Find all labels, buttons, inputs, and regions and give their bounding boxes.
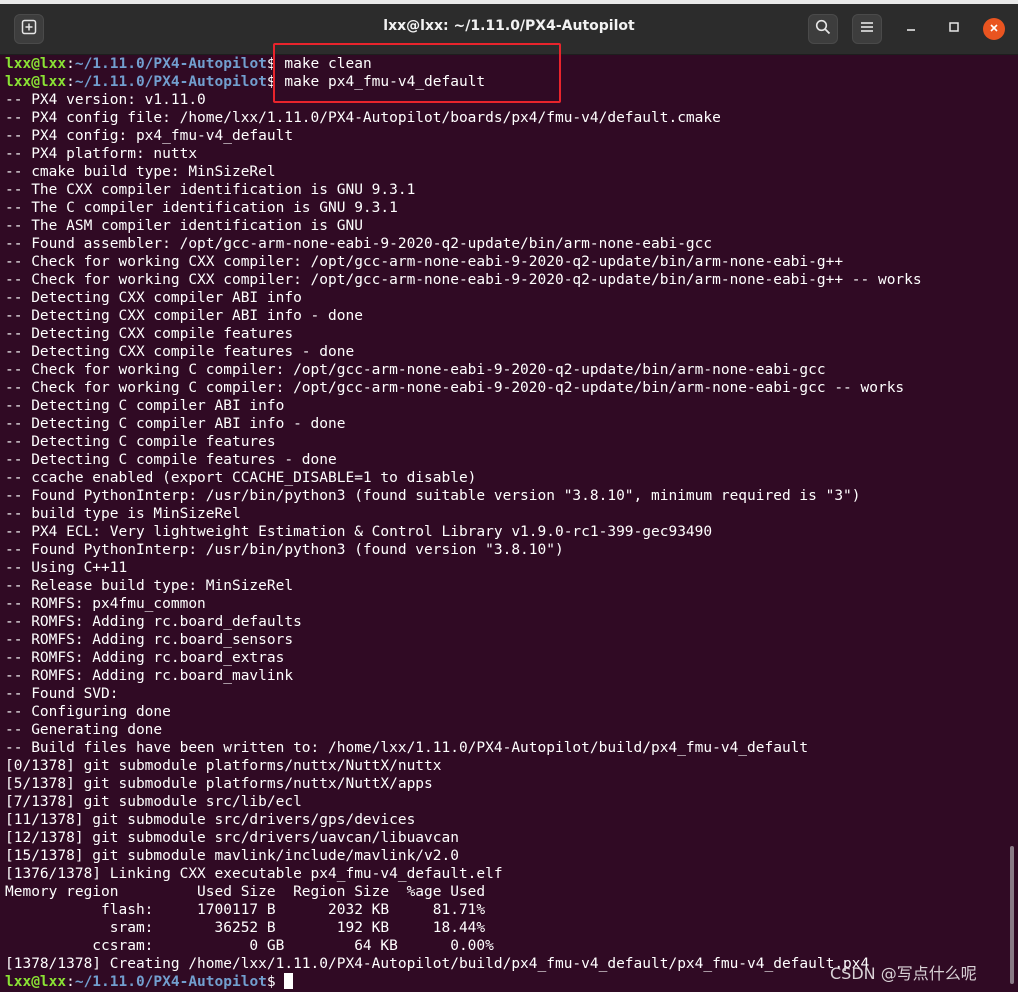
search-icon — [815, 19, 831, 40]
output-line: -- Check for working C compiler: /opt/gc… — [5, 362, 826, 378]
build-output: -- PX4 version: v1.11.0 -- PX4 config fil… — [5, 91, 1008, 973]
output-line: -- Found assembler: /opt/gcc-arm-none-ea… — [5, 236, 713, 252]
output-line: -- Detecting CXX compiler ABI info - don… — [5, 308, 363, 324]
output-line: [5/1378] git submodule platforms/nuttx/N… — [5, 776, 433, 792]
output-line: -- ROMFS: Adding rc.board_extras — [5, 650, 285, 666]
prompt-user: lxx@lxx — [5, 74, 67, 90]
prompt-separator: : — [66, 74, 75, 90]
prompt-path: ~/1.11.0/PX4-Autopilot — [74, 974, 267, 990]
prompt-path: ~/1.11.0/PX4-Autopilot — [74, 56, 267, 72]
output-line: -- Detecting C compile features - done — [5, 452, 337, 468]
output-line: -- The C compiler identification is GNU … — [5, 200, 398, 216]
output-line: -- Check for working CXX compiler: /opt/… — [5, 272, 922, 288]
prompt-path: ~/1.11.0/PX4-Autopilot — [74, 74, 267, 90]
terminal-window: lxx@lxx: ~/1.11.0/PX4-Autopilot lxx@lxx:… — [0, 0, 1018, 992]
output-line: [7/1378] git submodule src/lib/ecl — [5, 794, 302, 810]
output-line: -- ROMFS: px4fmu_common — [5, 596, 206, 612]
output-line: -- Using C++11 — [5, 560, 128, 576]
output-line: -- Check for working C compiler: /opt/gc… — [5, 380, 905, 396]
output-line: -- Found PythonInterp: /usr/bin/python3 … — [5, 542, 564, 558]
prompt-separator: : — [66, 56, 75, 72]
output-line: -- PX4 platform: nuttx — [5, 146, 198, 162]
output-line: -- Configuring done — [5, 704, 171, 720]
output-line: -- ROMFS: Adding rc.board_defaults — [5, 614, 302, 630]
output-line: -- Found SVD: — [5, 686, 119, 702]
output-line: -- PX4 config file: /home/lxx/1.11.0/PX4… — [5, 110, 721, 126]
output-line: -- ccache enabled (export CCACHE_DISABLE… — [5, 470, 477, 486]
command-highlight-box — [273, 43, 561, 103]
minimize-icon — [905, 20, 917, 38]
maximize-icon — [948, 20, 960, 38]
output-line: sram: 36252 B 192 KB 18.44% — [5, 920, 486, 936]
output-line: -- Detecting CXX compile features — [5, 326, 294, 342]
output-line: -- Detecting CXX compiler ABI info — [5, 290, 302, 306]
output-line: Memory region Used Size Region Size %age… — [5, 884, 486, 900]
close-button[interactable] — [983, 18, 1005, 40]
output-line: -- Detecting CXX compile features - done — [5, 344, 355, 360]
prompt-symbol: $ — [266, 974, 276, 990]
close-icon — [989, 20, 999, 38]
output-line: -- Detecting C compiler ABI info — [5, 398, 285, 414]
output-line: -- Check for working CXX compiler: /opt/… — [5, 254, 844, 270]
output-line: ccsram: 0 GB 64 KB 0.00% — [5, 938, 494, 954]
output-line: -- The CXX compiler identification is GN… — [5, 182, 416, 198]
output-line: -- ROMFS: Adding rc.board_sensors — [5, 632, 294, 648]
output-line: -- Generating done — [5, 722, 163, 738]
output-line: -- PX4 config: px4_fmu-v4_default — [5, 128, 294, 144]
output-line: [1376/1378] Linking CXX executable px4_f… — [5, 866, 503, 882]
output-line: -- Detecting C compile features — [5, 434, 276, 450]
text-cursor — [284, 973, 294, 989]
prompt-separator: : — [66, 974, 75, 990]
output-line: -- ROMFS: Adding rc.board_mavlink — [5, 668, 294, 684]
prompt-user: lxx@lxx — [5, 974, 67, 990]
terminal-output[interactable]: lxx@lxx:~/1.11.0/PX4-Autopilot$ make cle… — [0, 55, 1008, 992]
output-line: -- Release build type: MinSizeRel — [5, 578, 294, 594]
prompt-user: lxx@lxx — [5, 56, 67, 72]
output-line: -- cmake build type: MinSizeRel — [5, 164, 276, 180]
maximize-button[interactable] — [943, 18, 965, 40]
output-line: [0/1378] git submodule platforms/nuttx/N… — [5, 758, 442, 774]
watermark: CSDN @写点什么呢 — [830, 964, 977, 983]
minimize-button[interactable] — [900, 18, 922, 40]
desktop-strip — [0, 0, 1018, 4]
output-line: -- build type is MinSizeRel — [5, 506, 241, 522]
output-line: -- The ASM compiler identification is GN… — [5, 218, 363, 234]
menu-button[interactable] — [852, 14, 882, 44]
output-line: -- PX4 ECL: Very lightweight Estimation … — [5, 524, 713, 540]
output-line: -- Build files have been written to: /ho… — [5, 740, 809, 756]
output-line: [12/1378] git submodule src/drivers/uavc… — [5, 830, 459, 846]
scrollbar[interactable] — [1010, 846, 1014, 984]
output-line: flash: 1700117 B 2032 KB 81.71% — [5, 902, 486, 918]
output-line: [15/1378] git submodule mavlink/include/… — [5, 848, 459, 864]
output-line: -- Detecting C compiler ABI info - done — [5, 416, 346, 432]
output-line: -- Found PythonInterp: /usr/bin/python3 … — [5, 488, 861, 504]
output-line: [11/1378] git submodule src/drivers/gps/… — [5, 812, 416, 828]
hamburger-menu-icon — [860, 20, 874, 38]
search-button[interactable] — [808, 14, 838, 44]
